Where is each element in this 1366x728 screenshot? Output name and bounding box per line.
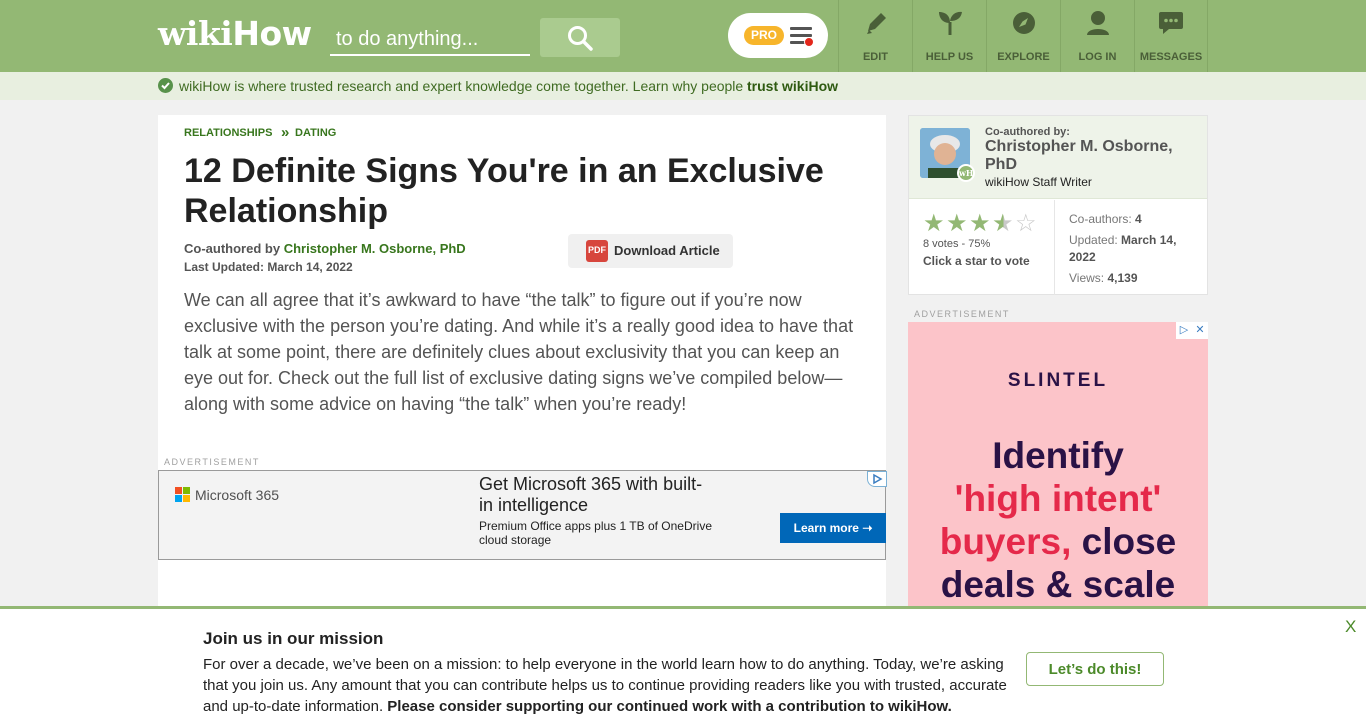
- coauthored-by-label: Co-authored by:: [985, 126, 1070, 138]
- nav-log-in[interactable]: LOG IN: [1060, 0, 1134, 72]
- learn-more-button[interactable]: Learn more ➝: [780, 513, 886, 543]
- download-label: Download Article: [614, 243, 720, 258]
- sidebar-advertisement-label: ADVERTISEMENT: [914, 309, 1010, 319]
- microsoft-ad[interactable]: Microsoft 365 Get Microsoft 365 with bui…: [158, 470, 887, 560]
- pro-badge: PRO: [744, 26, 784, 45]
- search-button[interactable]: [540, 18, 620, 57]
- adchoices-icon[interactable]: ▷: [1176, 322, 1192, 339]
- breadcrumb-separator: »: [281, 124, 290, 141]
- last-updated: Last Updated: March 14, 2022: [184, 260, 353, 274]
- pencil-icon: [866, 13, 886, 34]
- contribute-button[interactable]: Let’s do this!: [1026, 652, 1164, 686]
- advertisement-label: ADVERTISEMENT: [164, 457, 260, 467]
- stat-coauthors: Co-authors: 4: [1069, 212, 1142, 226]
- star-3[interactable]: ★: [969, 212, 992, 236]
- star-5[interactable]: ☆: [1015, 212, 1038, 236]
- trust-bar: wikiHow is where trusted research and ex…: [0, 72, 1366, 100]
- nav-edit-label: EDIT: [862, 51, 889, 63]
- coauthored-label: Co-authored by: [184, 241, 281, 256]
- star-4[interactable]: ★: [992, 212, 1015, 236]
- banner-title: Join us in our mission: [203, 629, 384, 648]
- nav-log-in-label: LOG IN: [1078, 51, 1117, 63]
- nav-help-us-label: HELP US: [925, 51, 974, 63]
- adchoices-icon[interactable]: [867, 471, 887, 487]
- microsoft-logo-icon: [175, 487, 190, 502]
- wikihow-staff-badge: wH: [957, 164, 975, 182]
- chat-bubble-icon: [1159, 12, 1183, 34]
- author-link[interactable]: Christopher M. Osborne, PhD: [284, 241, 466, 256]
- nav-explore[interactable]: EXPLORE: [986, 0, 1060, 72]
- sidebar-author-name[interactable]: Christopher M. Osborne, PhD: [985, 138, 1195, 174]
- slintel-copy: Identify 'high intent' buyers, close dea…: [939, 435, 1177, 605]
- notification-dot: [804, 37, 814, 47]
- nav-help-us[interactable]: HELP US: [912, 0, 986, 72]
- star-1[interactable]: ★: [923, 212, 946, 236]
- download-article-button[interactable]: PDF Download Article: [568, 234, 733, 268]
- search-input[interactable]: [330, 24, 530, 56]
- nav-messages[interactable]: MESSAGES: [1134, 0, 1208, 72]
- sprout-icon: [938, 11, 962, 35]
- vote-count: 8 votes - 75%: [923, 238, 991, 250]
- breadcrumb-relationships[interactable]: RELATIONSHIPS: [184, 127, 272, 139]
- article-title: 12 Definite Signs You're in an Exclusive…: [184, 152, 824, 230]
- compass-icon: [1012, 12, 1035, 34]
- wikihow-logo[interactable]: wikiHow: [158, 14, 312, 53]
- author-role: wikiHow Staff Writer: [985, 175, 1092, 189]
- pro-menu-button[interactable]: PRO: [728, 13, 828, 58]
- stat-views: Views: 4,139: [1069, 271, 1138, 285]
- pdf-icon: PDF: [586, 240, 608, 262]
- banner-close-button[interactable]: X: [1345, 617, 1356, 637]
- slintel-ad[interactable]: ▷ ✕ SLINTEL Identify 'high intent' buyer…: [908, 322, 1208, 610]
- mission-banner: Join us in our mission For over a decade…: [0, 606, 1366, 728]
- rating-stars: ★ ★ ★ ★ ☆: [923, 212, 1038, 236]
- nav-edit[interactable]: EDIT: [838, 0, 912, 72]
- site-header: wikiHow PRO EDIT HELP US EXPLORE LOG IN …: [0, 0, 1366, 72]
- author-header: wH Co-authored by: Christopher M. Osborn…: [909, 116, 1207, 199]
- stat-updated: Updated: March 14, 2022: [1069, 233, 1177, 264]
- ad-brand: Microsoft 365: [195, 487, 280, 503]
- slintel-logo: SLINTEL: [1007, 370, 1109, 391]
- banner-text: For over a decade, we’ve been on a missi…: [203, 656, 1007, 715]
- ad-controls: ▷ ✕: [1176, 322, 1208, 339]
- nav-messages-label: MESSAGES: [1139, 51, 1203, 63]
- coauthor-line: Co-authored by Christopher M. Osborne, P…: [184, 241, 466, 256]
- ad-subline: Premium Office apps plus 1 TB of OneDriv…: [479, 519, 712, 547]
- trust-wikihow-link[interactable]: trust wikiHow: [747, 78, 838, 94]
- search-icon: [568, 25, 593, 51]
- check-icon: [158, 78, 173, 93]
- article-intro: We can all agree that it’s awkward to ha…: [184, 290, 854, 414]
- star-2[interactable]: ★: [946, 212, 969, 236]
- user-icon: [1086, 11, 1109, 35]
- breadcrumb-dating[interactable]: DATING: [295, 127, 336, 139]
- header-nav: EDIT HELP US EXPLORE LOG IN MESSAGES: [838, 0, 1208, 72]
- trust-text: wikiHow is where trusted research and ex…: [179, 78, 744, 94]
- ad-headline: Get Microsoft 365 with built-in intellig…: [479, 474, 703, 515]
- ad-close-icon[interactable]: ✕: [1192, 322, 1208, 339]
- nav-explore-label: EXPLORE: [997, 51, 1050, 63]
- author-info-card: wH Co-authored by: Christopher M. Osborn…: [908, 115, 1208, 295]
- stats-divider: [1054, 200, 1055, 295]
- vote-prompt: Click a star to vote: [923, 254, 1030, 268]
